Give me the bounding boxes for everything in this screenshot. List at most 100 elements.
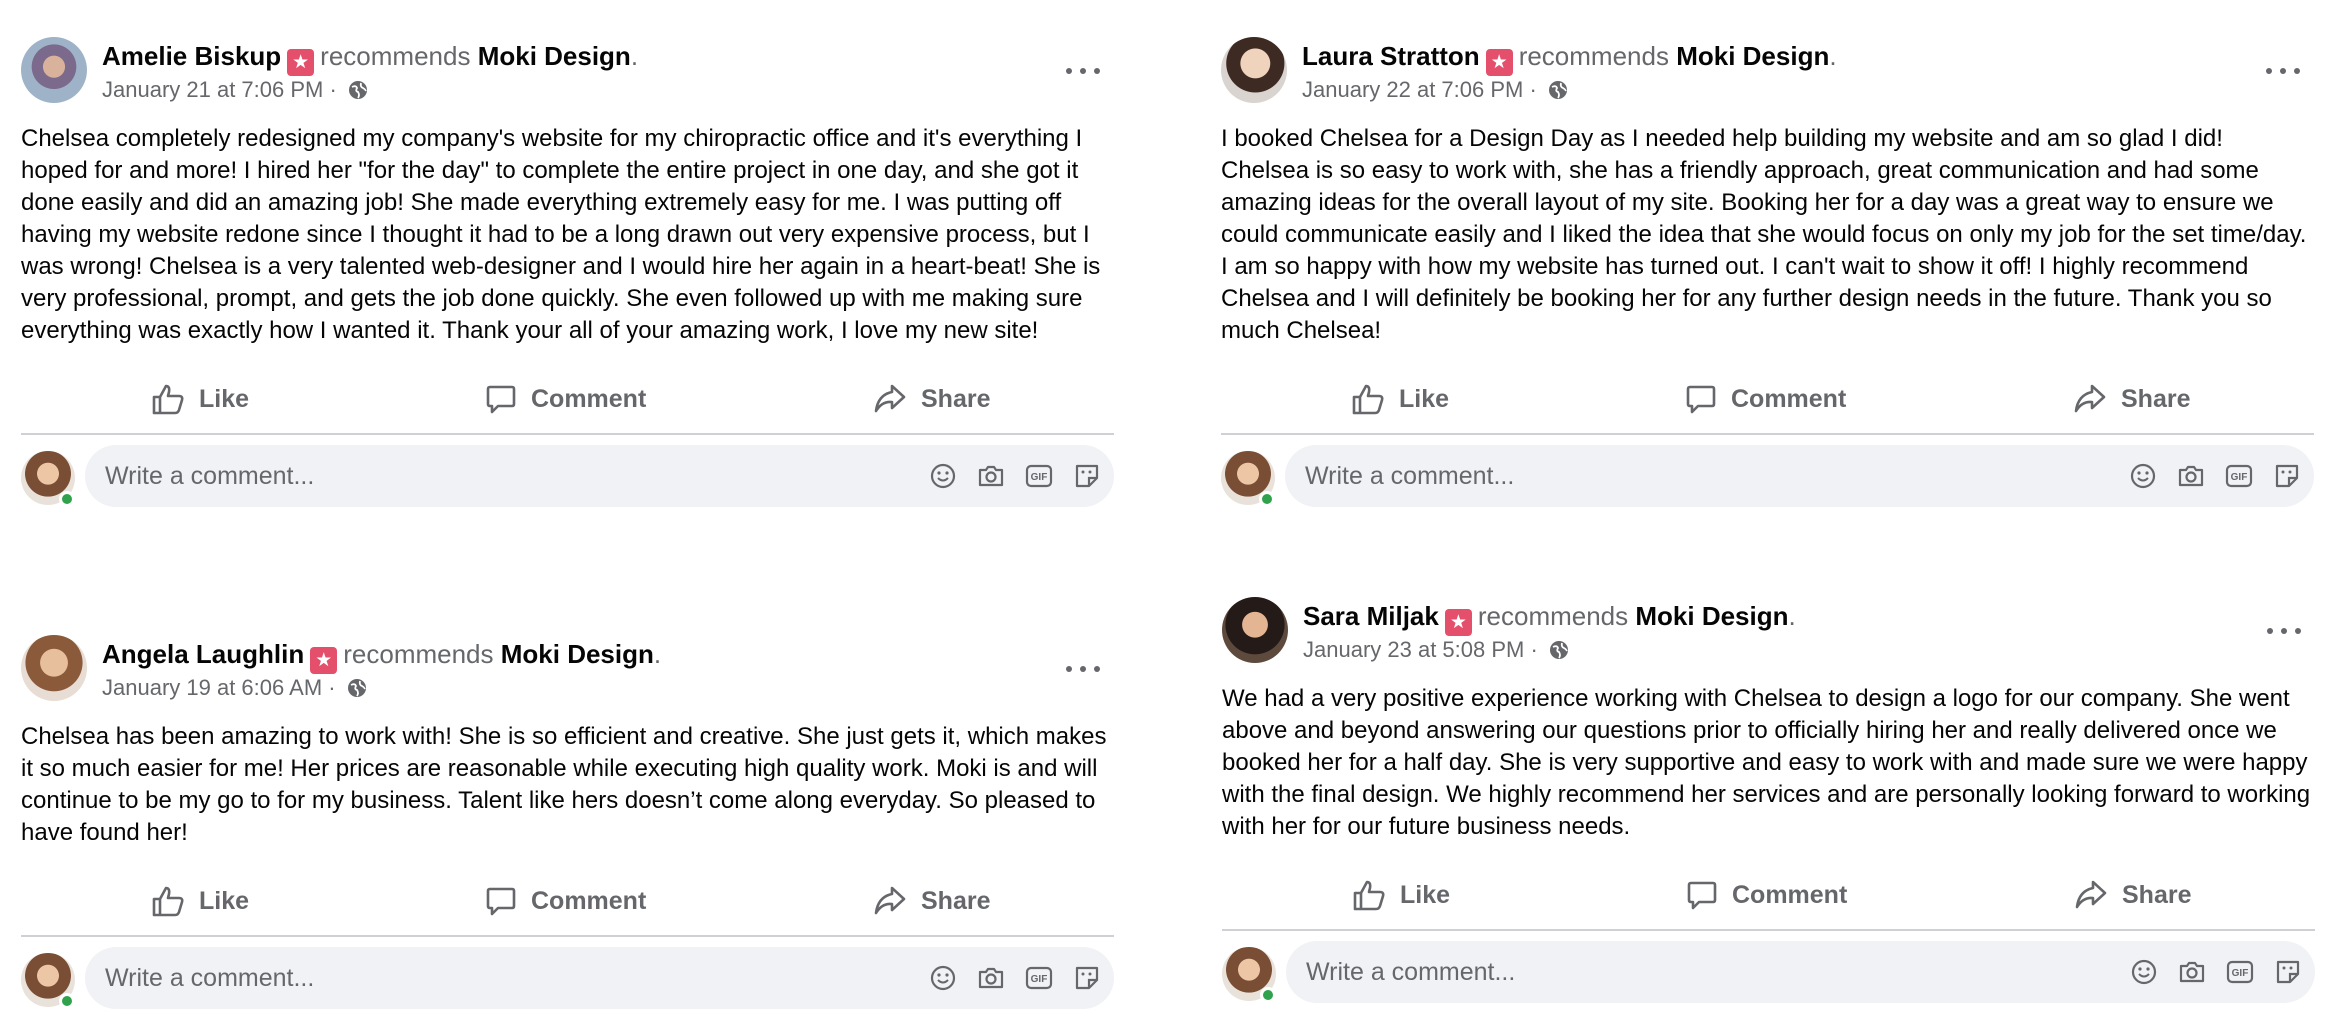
share-label: Share: [921, 886, 991, 915]
thumbs-up-icon: [152, 384, 184, 415]
comment-button[interactable]: Comment: [1685, 375, 1846, 423]
recommendation-star-icon: ★: [310, 647, 338, 674]
sticker-icon[interactable]: [1072, 963, 1102, 993]
comment-tools: GIF: [928, 963, 1102, 993]
share-icon: [874, 384, 906, 413]
review-post: Amelie Biskup ★ recommends Moki Design. Ja…: [21, 37, 1114, 529]
gif-icon[interactable]: GIF: [1024, 963, 1054, 993]
share-button[interactable]: Share: [2073, 375, 2190, 423]
comment-input[interactable]: [1305, 445, 1905, 507]
page-name-link[interactable]: Moki Design: [478, 41, 631, 71]
comment-tools: GIF: [928, 461, 1102, 491]
svg-text:GIF: GIF: [2232, 968, 2249, 979]
recommends-text: recommends: [343, 639, 494, 669]
post-date[interactable]: January 21 at 7:06 PM ·: [102, 77, 337, 102]
comment-input[interactable]: [105, 445, 705, 507]
post-meta: January 22 at 7:06 PM ·: [1302, 76, 1569, 104]
comment-input[interactable]: [105, 947, 705, 1009]
more-options-icon[interactable]: [2264, 59, 2304, 83]
post-actions: Like Comment Share: [21, 869, 1114, 937]
author-avatar[interactable]: [21, 37, 87, 103]
gif-icon[interactable]: GIF: [2224, 461, 2254, 491]
camera-icon[interactable]: [2176, 461, 2206, 491]
comment-box[interactable]: GIF: [1285, 445, 2314, 507]
sticker-icon[interactable]: [1072, 461, 1102, 491]
emoji-icon[interactable]: [928, 461, 958, 491]
author-name[interactable]: Sara Miljak: [1303, 601, 1439, 631]
page-name-link[interactable]: Moki Design: [1676, 41, 1829, 71]
author-avatar[interactable]: [1222, 597, 1288, 663]
post-date[interactable]: January 23 at 5:08 PM ·: [1303, 637, 1538, 662]
more-options-icon[interactable]: [1064, 657, 1104, 681]
gif-icon[interactable]: GIF: [1024, 461, 1054, 491]
post-title-line: Laura Stratton ★ recommends Moki Design.: [1302, 39, 1837, 76]
author-avatar[interactable]: [1221, 37, 1287, 103]
author-name[interactable]: Amelie Biskup: [102, 41, 281, 71]
post-title-line: Angela Laughlin ★ recommends Moki Design.: [102, 637, 661, 674]
post-header: Laura Stratton ★ recommends Moki Design. J…: [1221, 37, 2314, 109]
online-status-dot: [59, 993, 75, 1009]
review-post: Sara Miljak ★ recommends Moki Design. Janu…: [1222, 597, 2315, 1025]
like-button[interactable]: Like: [1352, 871, 1450, 919]
comment-composer: GIF: [21, 947, 1114, 1031]
like-button[interactable]: Like: [151, 375, 249, 423]
sticker-icon[interactable]: [2272, 461, 2302, 491]
share-button[interactable]: Share: [2074, 871, 2191, 919]
recommends-text: recommends: [1518, 41, 1669, 71]
comment-box[interactable]: GIF: [1286, 941, 2315, 1003]
comment-button[interactable]: Comment: [485, 877, 646, 925]
comment-composer: GIF: [21, 445, 1114, 529]
thumbs-up-icon: [1352, 384, 1384, 415]
comment-label: Comment: [1731, 384, 1847, 413]
like-label: Like: [199, 384, 250, 413]
comment-input[interactable]: [1306, 941, 1906, 1003]
like-label: Like: [1399, 384, 1450, 413]
camera-icon[interactable]: [2177, 957, 2207, 987]
online-status-dot: [1260, 987, 1276, 1003]
online-status-dot: [1259, 491, 1275, 507]
emoji-icon[interactable]: [2128, 461, 2158, 491]
comment-label: Comment: [1732, 880, 1848, 909]
comment-label: Comment: [531, 886, 647, 915]
comment-button[interactable]: Comment: [1686, 871, 1847, 919]
post-meta: January 21 at 7:06 PM ·: [102, 76, 369, 104]
comment-button[interactable]: Comment: [485, 375, 646, 423]
comment-box[interactable]: GIF: [85, 947, 1114, 1009]
more-options-icon[interactable]: [1064, 59, 1104, 83]
share-label: Share: [2122, 880, 2192, 909]
more-options-icon[interactable]: [2265, 619, 2305, 643]
comment-tools: GIF: [2128, 461, 2302, 491]
like-button[interactable]: Like: [1351, 375, 1449, 423]
comment-icon: [486, 887, 516, 916]
post-date[interactable]: January 22 at 7:06 PM ·: [1302, 77, 1537, 102]
like-button[interactable]: Like: [151, 877, 249, 925]
comment-label: Comment: [531, 384, 647, 413]
review-post: Laura Stratton ★ recommends Moki Design. J…: [1221, 37, 2314, 529]
share-label: Share: [2121, 384, 2191, 413]
author-name[interactable]: Laura Stratton: [1302, 41, 1480, 71]
page-name-link[interactable]: Moki Design: [1635, 601, 1788, 631]
post-actions: Like Comment Share: [1221, 367, 2314, 435]
sticker-icon[interactable]: [2273, 957, 2303, 987]
camera-icon[interactable]: [976, 461, 1006, 491]
comment-icon: [1687, 881, 1717, 910]
gif-icon[interactable]: GIF: [2225, 957, 2255, 987]
comment-box[interactable]: GIF: [85, 445, 1114, 507]
emoji-icon[interactable]: [2129, 957, 2159, 987]
thumbs-up-icon: [1353, 880, 1385, 911]
camera-icon[interactable]: [976, 963, 1006, 993]
recommendation-star-icon: ★: [1485, 49, 1513, 76]
post-date[interactable]: January 19 at 6:06 AM ·: [102, 675, 336, 700]
page-name-link[interactable]: Moki Design: [501, 639, 654, 669]
author-avatar[interactable]: [21, 635, 87, 701]
emoji-icon[interactable]: [928, 963, 958, 993]
comment-tools: GIF: [2129, 957, 2303, 987]
comment-icon: [1686, 385, 1716, 414]
like-label: Like: [199, 886, 250, 915]
share-label: Share: [921, 384, 991, 413]
author-name[interactable]: Angela Laughlin: [102, 639, 304, 669]
recommendation-star-icon: ★: [287, 49, 315, 76]
share-button[interactable]: Share: [873, 375, 990, 423]
share-button[interactable]: Share: [873, 877, 990, 925]
post-title-line: Amelie Biskup ★ recommends Moki Design.: [102, 39, 638, 76]
